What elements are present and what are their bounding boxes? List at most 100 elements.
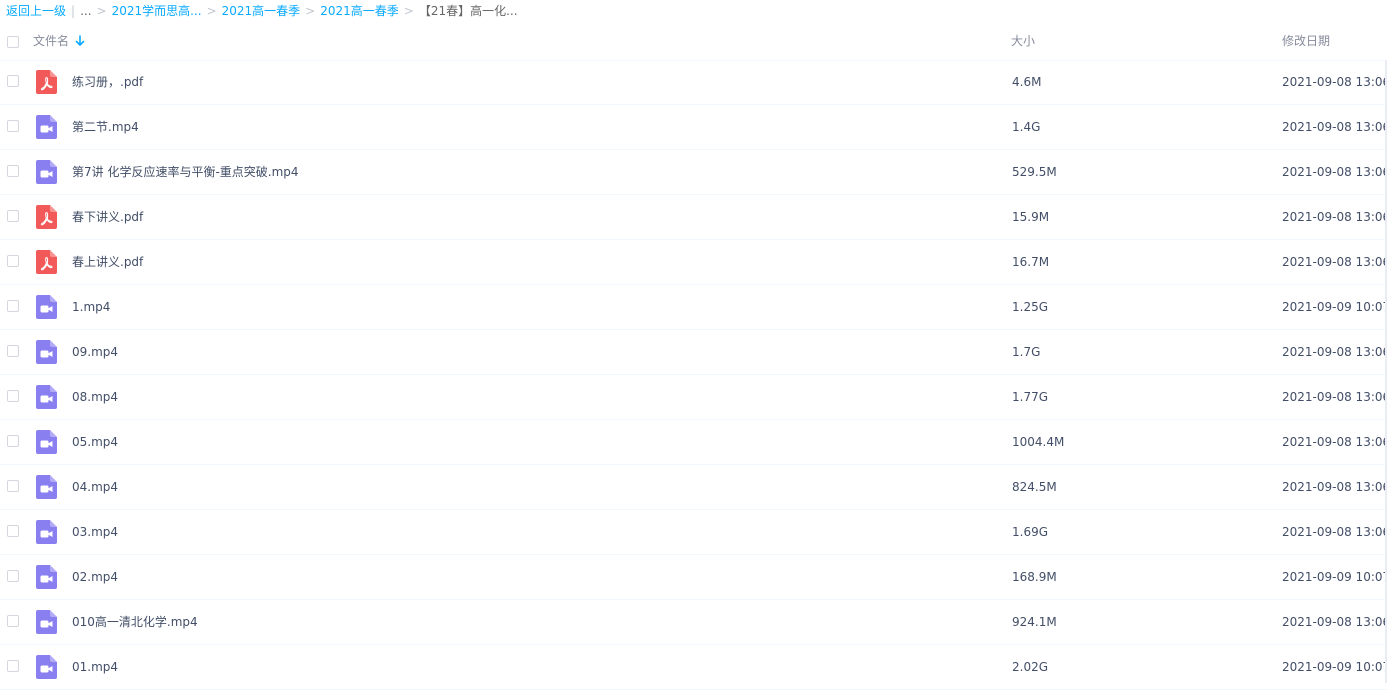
breadcrumb-ellipsis[interactable]: ... <box>80 0 91 22</box>
column-header-date[interactable]: 修改日期 <box>1282 22 1330 60</box>
file-row[interactable]: 第二节.mp4 1.4G 2021-09-08 13:06 <box>0 105 1387 150</box>
file-checkbox[interactable] <box>7 255 19 267</box>
file-row[interactable]: 05.mp4 1004.4M 2021-09-08 13:06 <box>0 420 1387 465</box>
file-size: 1.25G <box>1012 300 1049 314</box>
video-icon <box>36 340 57 364</box>
video-icon <box>36 610 57 634</box>
file-list: 练习册，.pdf 4.6M 2021-09-08 13:06 第二节.mp4 1… <box>0 60 1387 690</box>
file-list-header: 文件名 大小 修改日期 <box>0 22 1387 61</box>
file-size: 529.5M <box>1012 165 1057 179</box>
file-size: 2.02G <box>1012 660 1049 674</box>
breadcrumb: 返回上一级 | ... > 2021学而思高... > 2021高一春季 > 2… <box>6 0 518 22</box>
file-name[interactable]: 08.mp4 <box>72 375 118 419</box>
file-name[interactable]: 02.mp4 <box>72 555 118 599</box>
pdf-icon <box>36 70 57 94</box>
video-icon <box>36 655 57 679</box>
file-checkbox[interactable] <box>7 435 19 447</box>
file-date: 2021-09-08 13:06 <box>1282 390 1387 404</box>
file-checkbox[interactable] <box>7 525 19 537</box>
file-checkbox[interactable] <box>7 165 19 177</box>
file-date: 2021-09-08 13:06 <box>1282 615 1387 629</box>
file-checkbox[interactable] <box>7 615 19 627</box>
file-name[interactable]: 春上讲义.pdf <box>72 240 143 284</box>
file-row[interactable]: 03.mp4 1.69G 2021-09-08 13:06 <box>0 510 1387 555</box>
column-header-size[interactable]: 大小 <box>1011 22 1035 60</box>
file-size: 1.4G <box>1012 120 1041 134</box>
file-date: 2021-09-08 13:06 <box>1282 255 1387 269</box>
file-name[interactable]: 第7讲 化学反应速率与平衡-重点突破.mp4 <box>72 150 299 194</box>
file-size: 1.7G <box>1012 345 1041 359</box>
file-size: 168.9M <box>1012 570 1057 584</box>
file-row[interactable]: 1.mp4 1.25G 2021-09-09 10:07 <box>0 285 1387 330</box>
file-name[interactable]: 04.mp4 <box>72 465 118 509</box>
file-checkbox[interactable] <box>7 210 19 222</box>
file-size: 1.69G <box>1012 525 1049 539</box>
file-row[interactable]: 春上讲义.pdf 16.7M 2021-09-08 13:06 <box>0 240 1387 285</box>
back-link[interactable]: 返回上一级 <box>6 0 66 22</box>
file-name[interactable]: 05.mp4 <box>72 420 118 464</box>
file-date: 2021-09-08 13:06 <box>1282 165 1387 179</box>
pdf-icon <box>36 250 57 274</box>
file-date: 2021-09-09 10:07 <box>1282 570 1387 584</box>
file-date: 2021-09-08 13:06 <box>1282 75 1387 89</box>
file-size: 924.1M <box>1012 615 1057 629</box>
file-name[interactable]: 春下讲义.pdf <box>72 195 143 239</box>
file-name[interactable]: 03.mp4 <box>72 510 118 554</box>
file-row[interactable]: 04.mp4 824.5M 2021-09-08 13:06 <box>0 465 1387 510</box>
video-icon <box>36 430 57 454</box>
breadcrumb-separator: > <box>206 4 217 18</box>
file-row[interactable]: 01.mp4 2.02G 2021-09-09 10:07 <box>0 645 1387 690</box>
breadcrumb-item[interactable]: 2021高一春季 <box>222 0 301 22</box>
breadcrumb-separator: > <box>96 4 107 18</box>
file-row[interactable]: 09.mp4 1.7G 2021-09-08 13:06 <box>0 330 1387 375</box>
file-row[interactable]: 春下讲义.pdf 15.9M 2021-09-08 13:06 <box>0 195 1387 240</box>
file-checkbox[interactable] <box>7 390 19 402</box>
file-checkbox[interactable] <box>7 660 19 672</box>
file-date: 2021-09-09 10:07 <box>1282 660 1387 674</box>
breadcrumb-item[interactable]: 2021学而思高... <box>112 0 202 22</box>
file-date: 2021-09-08 13:06 <box>1282 120 1387 134</box>
column-header-name[interactable]: 文件名 <box>33 22 85 60</box>
sort-down-arrow-icon <box>75 35 85 46</box>
file-checkbox[interactable] <box>7 120 19 132</box>
column-header-name-label: 文件名 <box>33 34 70 48</box>
file-date: 2021-09-09 10:07 <box>1282 300 1387 314</box>
file-checkbox[interactable] <box>7 480 19 492</box>
file-date: 2021-09-08 13:06 <box>1282 480 1387 494</box>
file-date: 2021-09-08 13:06 <box>1282 345 1387 359</box>
file-name[interactable]: 09.mp4 <box>72 330 118 374</box>
file-name[interactable]: 1.mp4 <box>72 285 110 329</box>
file-size: 1.77G <box>1012 390 1049 404</box>
file-checkbox[interactable] <box>7 75 19 87</box>
file-date: 2021-09-08 13:06 <box>1282 435 1387 449</box>
file-name[interactable]: 第二节.mp4 <box>72 105 139 149</box>
breadcrumb-current: 【21春】高一化... <box>418 4 518 18</box>
video-icon <box>36 565 57 589</box>
video-icon <box>36 160 57 184</box>
file-row[interactable]: 08.mp4 1.77G 2021-09-08 13:06 <box>0 375 1387 420</box>
breadcrumb-separator: > <box>305 4 316 18</box>
file-date: 2021-09-08 13:06 <box>1282 525 1387 539</box>
breadcrumb-item[interactable]: 2021高一春季 <box>320 0 399 22</box>
file-checkbox[interactable] <box>7 300 19 312</box>
video-icon <box>36 475 57 499</box>
file-checkbox[interactable] <box>7 570 19 582</box>
file-size: 1004.4M <box>1012 435 1065 449</box>
file-row[interactable]: 练习册，.pdf 4.6M 2021-09-08 13:06 <box>0 60 1387 105</box>
video-icon <box>36 385 57 409</box>
file-checkbox[interactable] <box>7 345 19 357</box>
breadcrumb-separator: > <box>403 4 414 18</box>
file-size: 16.7M <box>1012 255 1050 269</box>
file-name[interactable]: 01.mp4 <box>72 645 118 689</box>
file-name[interactable]: 练习册，.pdf <box>72 60 143 104</box>
file-size: 824.5M <box>1012 480 1057 494</box>
file-row[interactable]: 010高一清北化学.mp4 924.1M 2021-09-08 13:06 <box>0 600 1387 645</box>
file-name[interactable]: 010高一清北化学.mp4 <box>72 600 198 644</box>
file-size: 15.9M <box>1012 210 1050 224</box>
pdf-icon <box>36 205 57 229</box>
video-icon <box>36 520 57 544</box>
video-icon <box>36 295 57 319</box>
file-row[interactable]: 第7讲 化学反应速率与平衡-重点突破.mp4 529.5M 2021-09-08… <box>0 150 1387 195</box>
select-all-checkbox[interactable] <box>7 36 19 48</box>
file-row[interactable]: 02.mp4 168.9M 2021-09-09 10:07 <box>0 555 1387 600</box>
